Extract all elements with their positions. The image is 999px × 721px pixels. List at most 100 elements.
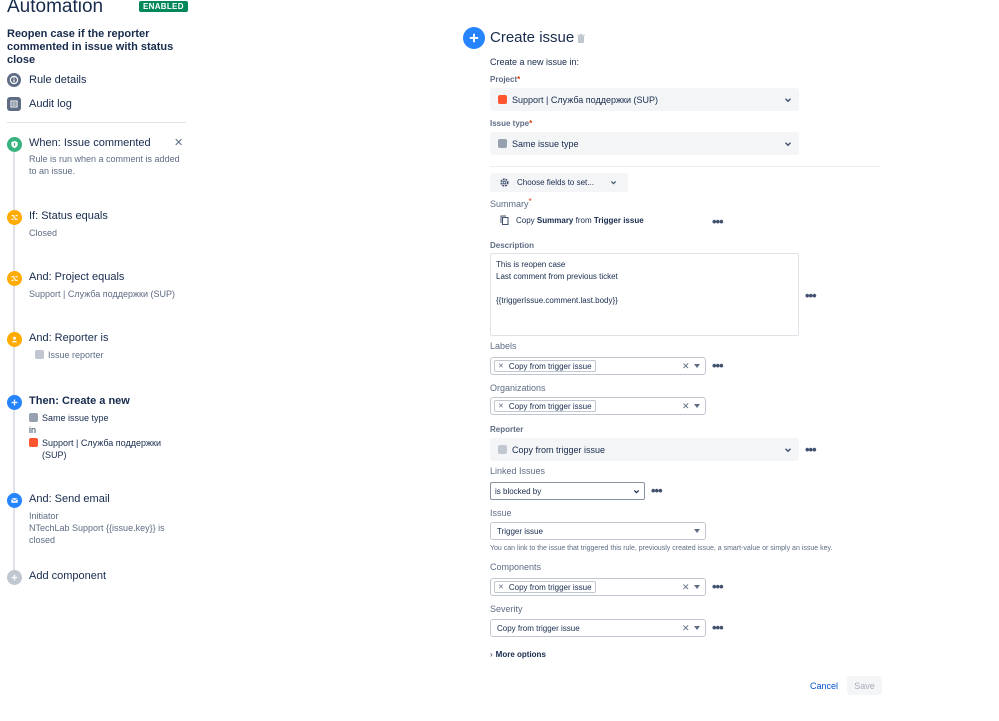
divider [490,166,880,167]
trash-icon[interactable] [577,34,585,43]
chevron-down-icon [694,404,700,408]
step-action-create[interactable]: Then: Create a new Same issue type in Su… [7,395,187,465]
project-icon [29,438,38,447]
step-title: And: Send email [29,493,110,505]
step-trigger[interactable]: When: Issue commented ✕ Rule is run when… [7,137,187,177]
rule-name: Reopen case if the reporter commented in… [7,28,174,66]
reporter-label: Reporter [490,425,524,434]
step-condition-reporter[interactable]: And: Reporter is Issue reporter [7,332,187,362]
issue-type-icon [29,413,38,422]
linked-issues-select[interactable]: is blocked by [490,482,645,500]
nav-label: Audit log [29,98,72,110]
step-in: in [29,425,37,435]
choose-fields-button[interactable]: Choose fields to set... [490,173,628,192]
save-button[interactable]: Save [847,676,882,695]
user-icon [7,332,22,347]
project-icon [498,95,507,104]
step-title: If: Status equals [29,210,108,222]
issue-type-label: Issue type* [490,119,533,128]
remove-tag-icon[interactable]: ✕ [498,362,504,370]
summary-copy-field[interactable]: Copy Summary from Trigger issue [500,215,644,225]
nav-label: Rule details [29,74,87,86]
step-title: And: Reporter is [29,332,109,344]
plus-icon [7,395,22,410]
step-description: Support | Служба поддержки (SUP) [29,289,175,299]
chevron-down-icon [610,181,617,185]
labels-label: Labels [490,341,517,351]
info-icon [7,73,21,87]
divider [7,122,186,123]
severity-select[interactable]: Copy from trigger issue ✕ [490,619,706,637]
plus-icon [463,27,485,49]
clear-icon[interactable]: ✕ [682,401,690,412]
issue-type-select[interactable]: Same issue type [490,132,799,155]
nav-rule-details[interactable]: Rule details [7,73,86,87]
more-actions-icon[interactable]: ••• [712,621,724,634]
step-action-email[interactable]: And: Send email Initiator NTechLab Suppo… [7,493,187,548]
step-title: Then: Create a new [29,395,130,407]
plus-icon [7,570,22,585]
organizations-multiselect[interactable]: ✕ Copy from trigger issue ✕ [490,397,706,415]
editor-title: Create issue [490,29,575,46]
organizations-label: Organizations [490,383,546,393]
close-icon[interactable]: ✕ [174,136,183,149]
description-textarea[interactable]: This is reopen case Last comment from pr… [490,253,799,336]
more-actions-icon[interactable]: ••• [805,289,817,302]
nav-audit-log[interactable]: Audit log [7,97,72,111]
editor-intro: Create a new issue in: [490,57,580,67]
more-actions-icon[interactable]: ••• [712,580,724,593]
step-title: And: Project equals [29,271,125,283]
status-badge: ENABLED [139,1,188,12]
linked-issues-label: Linked Issues [490,466,546,476]
project-select[interactable]: Support | Служба поддержки (SUP) [490,88,799,111]
chevron-right-icon: › [490,650,493,659]
issue-helper-text: You can link to the issue that triggered… [490,545,833,552]
page-title: Automation [7,0,104,17]
severity-label: Severity [490,604,523,614]
clear-icon[interactable]: ✕ [682,582,690,593]
issue-label: Issue [490,508,512,518]
reporter-select[interactable]: Copy from trigger issue [490,438,799,461]
more-actions-icon[interactable]: ••• [805,443,817,456]
organizations-tag: ✕ Copy from trigger issue [494,400,596,412]
issue-type-icon [498,139,507,148]
remove-tag-icon[interactable]: ✕ [498,402,504,410]
step-description: Issue reporter [35,349,104,361]
log-icon [7,97,21,111]
more-actions-icon[interactable]: ••• [712,215,724,228]
copy-icon [500,215,509,225]
cancel-button[interactable]: Cancel [810,681,838,691]
chevron-down-icon [633,490,640,494]
more-actions-icon[interactable]: ••• [712,359,724,372]
step-description: NTechLab Support {{issue.key}} is closed [29,523,165,545]
step-condition-status[interactable]: If: Status equals Closed [7,210,187,240]
summary-label: Summary* [490,197,532,209]
step-condition-project[interactable]: And: Project equals Support | Служба под… [7,271,187,301]
avatar-icon [498,445,507,454]
chevron-down-icon [694,626,700,630]
labels-multiselect[interactable]: ✕ Copy from trigger issue ✕ [490,357,706,375]
clear-icon[interactable]: ✕ [682,623,690,634]
chevron-down-icon [785,141,791,146]
more-actions-icon[interactable]: ••• [651,484,663,497]
gear-icon [500,178,509,187]
description-label: Description [490,241,535,250]
issue-select[interactable]: Trigger issue [490,522,706,540]
project-label: Project* [490,75,521,84]
step-title: Add component [29,570,107,582]
more-options-toggle[interactable]: › More options [490,650,546,659]
step-project: Support | Служба поддержки (SUP) [29,437,179,461]
step-description: Initiator [29,511,59,521]
components-tag: ✕ Copy from trigger issue [494,581,596,593]
chevron-down-icon [694,529,700,533]
remove-tag-icon[interactable]: ✕ [498,583,504,591]
chevron-down-icon [694,364,700,368]
chevron-down-icon [785,97,791,102]
clear-icon[interactable]: ✕ [682,361,690,372]
chevron-down-icon [785,447,791,452]
email-icon [7,493,22,508]
components-multiselect[interactable]: ✕ Copy from trigger issue ✕ [490,578,706,596]
add-component-button[interactable]: Add component [7,570,187,586]
step-issue-type: Same issue type [29,412,109,424]
step-description: Closed [29,228,58,238]
